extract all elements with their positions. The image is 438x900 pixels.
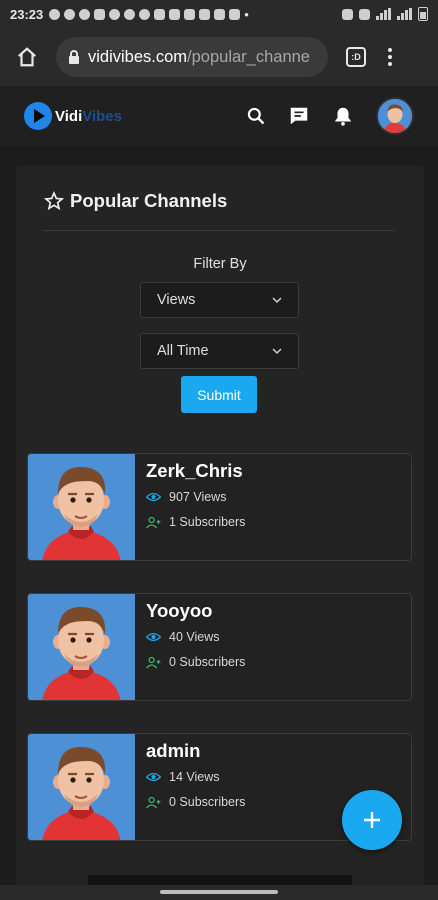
status-bar: 23:23 •: [0, 0, 438, 28]
sort-by-select[interactable]: Views: [140, 282, 299, 318]
time-range-select[interactable]: All Time: [140, 333, 299, 369]
time-range-value: All Time: [157, 343, 209, 359]
address-bar[interactable]: vidivibes.com/popular_channe: [56, 37, 328, 77]
chevron-down-icon: [272, 348, 282, 355]
browser-menu-button[interactable]: [388, 48, 392, 66]
eye-icon: [146, 772, 161, 782]
user-avatar[interactable]: [376, 97, 414, 135]
chevron-down-icon: [272, 297, 282, 304]
title-divider: [42, 230, 394, 231]
channel-views: 40 Views: [146, 630, 220, 644]
views-count: 907 Views: [169, 490, 227, 504]
logo-text-vibes: Vibes: [82, 107, 122, 125]
avatar-illustration: [28, 734, 135, 840]
battery-icon: [418, 7, 428, 21]
whatsapp-icon: [49, 8, 61, 20]
alarm-icon: [342, 8, 353, 20]
status-time: 23:23: [10, 6, 44, 22]
chat-icon: [94, 8, 106, 20]
submit-button[interactable]: Submit: [181, 376, 257, 413]
channel-subscribers: 0 Subscribers: [146, 655, 245, 669]
whatsapp-icon: [64, 8, 76, 20]
page-title: Popular Channels: [44, 190, 227, 212]
channel-name[interactable]: admin: [146, 740, 200, 762]
facebook-messenger-icon: [79, 8, 91, 20]
channel-card[interactable]: Yooyoo 40 Views 0 Subscribers: [27, 593, 412, 701]
mute-icon: [359, 8, 370, 20]
eye-icon: [146, 492, 161, 502]
add-user-icon: [146, 516, 161, 529]
signal-icon: [397, 8, 412, 20]
notifications-bell-icon[interactable]: [332, 105, 354, 127]
channel-views: 14 Views: [146, 770, 220, 784]
browser-toolbar: vidivibes.com/popular_channe :D: [0, 28, 438, 86]
channel-avatar[interactable]: [28, 594, 135, 700]
page-title-text: Popular Channels: [70, 190, 228, 211]
avatar-illustration: [28, 594, 135, 700]
add-user-icon: [146, 796, 161, 809]
subscribers-count: 0 Subscribers: [169, 795, 246, 809]
channel-subscribers: 0 Subscribers: [146, 795, 245, 809]
views-count: 40 Views: [169, 630, 220, 644]
more-notifications-dot: •: [244, 6, 249, 22]
facebook-icon: [124, 8, 136, 20]
home-icon: [18, 47, 36, 67]
channel-name[interactable]: Zerk_Chris: [146, 460, 243, 482]
play-logo-icon: [24, 102, 52, 130]
star-icon: [44, 191, 64, 211]
plus-icon: [364, 812, 380, 828]
site-logo[interactable]: VidiVibes: [24, 102, 122, 130]
youtube-icon: [199, 8, 211, 20]
channel-card[interactable]: Zerk_Chris 907 Views 1 Subscribers: [27, 453, 412, 561]
youtube-icon: [214, 8, 226, 20]
facebook-icon: [139, 8, 151, 20]
eye-icon: [146, 632, 161, 642]
snapchat-icon: [154, 8, 166, 20]
navigation-gesture-bar: [0, 885, 438, 900]
url-path: /popular_channe: [187, 47, 310, 66]
popular-channels-card: Popular Channels Filter By Views All Tim…: [16, 166, 424, 900]
signal-icon: [376, 8, 391, 20]
logo-text-vidi: Vidi: [55, 107, 83, 125]
lock-icon: [69, 49, 79, 64]
search-icon[interactable]: [246, 106, 266, 126]
channel-name[interactable]: Yooyoo: [146, 600, 212, 622]
notification-icons: •: [49, 7, 249, 22]
home-button[interactable]: [10, 40, 44, 74]
subscribers-count: 1 Subscribers: [169, 515, 246, 529]
channel-avatar[interactable]: [28, 734, 135, 840]
youtube-icon: [229, 8, 241, 20]
tab-switcher-button[interactable]: :D: [346, 47, 366, 67]
add-fab-button[interactable]: [342, 790, 402, 850]
tab-count: :D: [351, 52, 361, 62]
channel-subscribers: 1 Subscribers: [146, 515, 245, 529]
channel-avatar[interactable]: [28, 454, 135, 560]
avatar-illustration: [28, 454, 135, 560]
messages-icon[interactable]: [288, 105, 310, 127]
snapchat-icon: [184, 8, 196, 20]
avatar-illustration: [378, 99, 412, 133]
site-header: VidiVibes: [0, 86, 438, 146]
facebook-icon: [109, 8, 121, 20]
footer-edge: [88, 875, 352, 885]
channel-views: 907 Views: [146, 490, 226, 504]
add-user-icon: [146, 656, 161, 669]
filter-label: Filter By: [193, 256, 247, 272]
home-gesture-pill[interactable]: [160, 890, 278, 894]
subscribers-count: 0 Subscribers: [169, 655, 246, 669]
url-domain: vidivibes.com: [88, 47, 188, 66]
snapchat-icon: [169, 8, 181, 20]
sort-by-value: Views: [157, 292, 196, 308]
views-count: 14 Views: [169, 770, 220, 784]
